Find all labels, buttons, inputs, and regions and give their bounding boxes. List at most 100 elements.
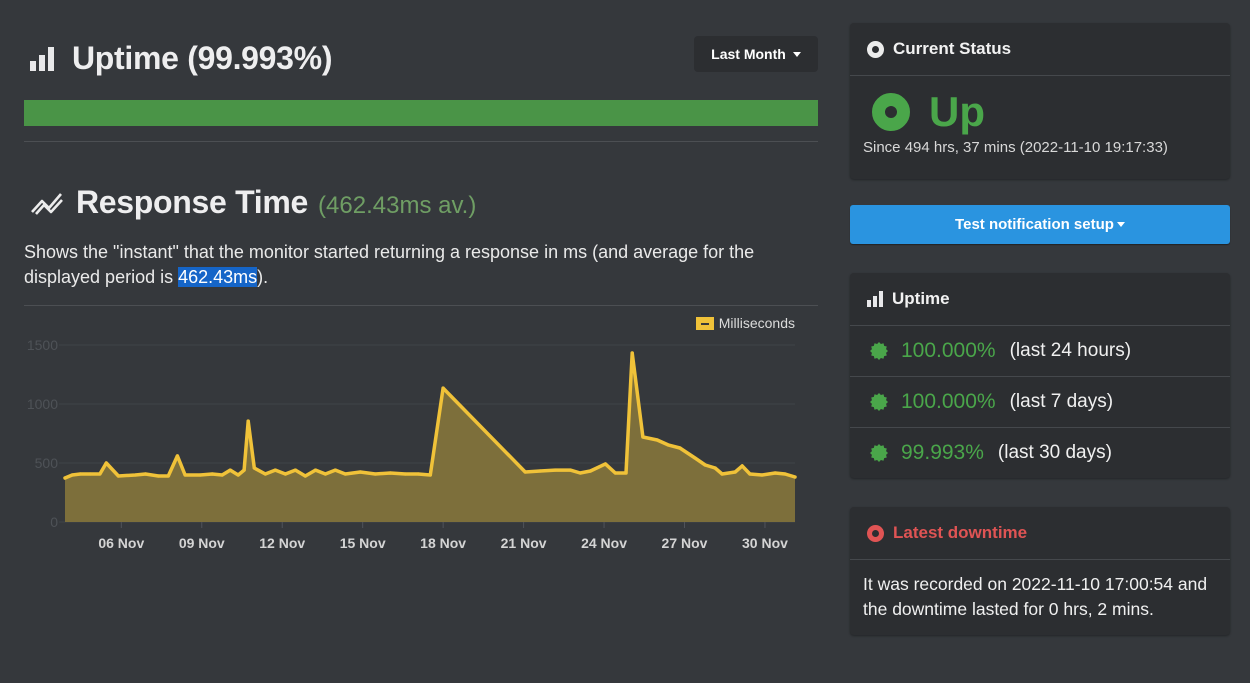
latest-downtime-panel: Latest downtime It was recorded on 2022-…	[850, 507, 1230, 635]
chart-svg[interactable]: 0 500 1000 1500 06 Nov 09 Nov 12 Nov 15 Nov 18 N…	[24, 310, 818, 555]
uptime-percent: 100.000%	[901, 339, 996, 362]
data-point	[273, 468, 277, 472]
data-point	[313, 468, 318, 472]
data-point	[104, 461, 108, 465]
data-point	[343, 472, 347, 476]
x-tick-label: 24 Nov	[581, 535, 627, 551]
uptime-rows: 100.000% (last 24 hours) 100.000% (last 7 d…	[850, 326, 1230, 478]
data-point	[720, 472, 724, 476]
uptime-progress-fill	[24, 100, 818, 126]
latest-downtime-text: It was recorded on 2022-11-10 17:00:54 a…	[863, 574, 1208, 619]
trend-line-icon	[31, 192, 63, 215]
data-point	[588, 469, 592, 473]
data-point	[523, 470, 527, 474]
data-point	[143, 472, 148, 476]
uptime-panel-header: Uptime	[850, 273, 1230, 326]
uptime-period: (last 30 days)	[997, 442, 1112, 463]
data-point	[624, 471, 628, 475]
data-point	[252, 466, 256, 470]
status-indicator: Up	[872, 88, 1217, 136]
legend-label: Milliseconds	[718, 315, 795, 331]
data-point	[703, 463, 707, 467]
data-point	[403, 472, 407, 476]
uptime-row: 99.993% (last 30 days)	[850, 428, 1230, 478]
x-tick-label: 27 Nov	[662, 535, 708, 551]
uptime-row: 100.000% (last 7 days)	[850, 377, 1230, 428]
data-point	[70, 473, 74, 477]
data-point	[323, 472, 328, 476]
data-point	[358, 470, 362, 474]
data-point	[666, 443, 670, 447]
data-point	[603, 462, 607, 466]
data-point	[98, 472, 102, 476]
data-point	[263, 472, 267, 476]
dot-circle-icon	[867, 40, 884, 58]
data-point	[538, 469, 542, 473]
divider	[24, 305, 818, 306]
data-point	[441, 386, 445, 390]
data-point	[428, 473, 432, 477]
data-point	[166, 474, 170, 478]
data-point	[78, 472, 82, 476]
data-point	[175, 454, 179, 458]
data-point	[748, 472, 752, 476]
description-text-end: ).	[257, 267, 269, 287]
data-point	[303, 474, 307, 478]
x-tick-label: 06 Nov	[98, 535, 144, 551]
uptime-header: Uptime (99.993%)	[30, 40, 332, 77]
date-range-dropdown[interactable]: Last Month	[694, 36, 818, 72]
data-point	[133, 473, 137, 477]
caret-down-icon	[1116, 222, 1125, 227]
data-point	[388, 471, 392, 475]
data-point	[630, 351, 634, 355]
data-point	[733, 470, 737, 474]
data-point	[220, 473, 224, 477]
response-time-chart[interactable]: 0 500 1000 1500 06 Nov 09 Nov 12 Nov 15 Nov 18 N…	[24, 310, 818, 555]
test-notification-button[interactable]: Test notification setup	[850, 205, 1230, 244]
x-tick-label: 30 Nov	[742, 535, 788, 551]
bar-chart-icon	[867, 291, 885, 307]
current-status-body: Up Since 494 hrs, 37 mins (2022-11-10 19…	[850, 76, 1230, 171]
x-tick-label: 15 Nov	[340, 535, 386, 551]
y-tick-label: 1500	[27, 337, 58, 353]
uptime-progress-bar	[24, 100, 818, 126]
data-point	[198, 473, 202, 477]
status-since: Since 494 hrs, 37 mins (2022-11-10 19:17…	[863, 139, 1168, 156]
data-point	[578, 471, 582, 475]
data-point	[655, 438, 659, 442]
selected-average-text: 462.43ms	[178, 267, 258, 287]
status-value: Up	[929, 88, 985, 135]
uptime-row: 100.000% (last 24 hours)	[850, 326, 1230, 377]
data-point	[678, 446, 682, 450]
data-point	[373, 472, 377, 476]
x-tick-label: 12 Nov	[259, 535, 305, 551]
current-status-title: Current Status	[893, 39, 1012, 58]
uptime-panel-title: Uptime	[892, 289, 950, 308]
x-tick-label: 09 Nov	[179, 535, 225, 551]
y-tick-label: 1000	[27, 396, 58, 412]
latest-downtime-title: Latest downtime	[893, 523, 1028, 542]
data-point	[416, 472, 420, 476]
data-point	[210, 472, 214, 476]
response-time-description: Shows the "instant" that the monitor sta…	[24, 240, 814, 290]
uptime-period: (last 7 days)	[1009, 391, 1114, 412]
data-point	[773, 471, 777, 475]
data-point	[783, 472, 787, 476]
current-status-panel: Current Status Up Since 494 hrs, 37 mins…	[850, 23, 1230, 179]
uptime-title: Uptime (99.993%)	[72, 40, 333, 76]
data-point	[183, 473, 187, 477]
data-point	[333, 468, 337, 472]
data-point	[760, 473, 764, 477]
data-point	[641, 435, 645, 439]
data-point	[236, 473, 240, 477]
data-point	[156, 474, 160, 478]
y-tick-label: 0	[50, 514, 58, 530]
data-point	[242, 468, 246, 472]
data-point	[63, 476, 67, 480]
y-tick-label: 500	[35, 455, 59, 471]
data-point	[553, 468, 557, 472]
uptime-panel: Uptime 100.000% (last 24 hours) 100.000% (l…	[850, 273, 1230, 478]
certificate-badge-icon	[870, 444, 888, 462]
average-response-label: (462.43ms av.)	[318, 192, 477, 219]
chart-legend[interactable]: Milliseconds	[695, 315, 795, 331]
